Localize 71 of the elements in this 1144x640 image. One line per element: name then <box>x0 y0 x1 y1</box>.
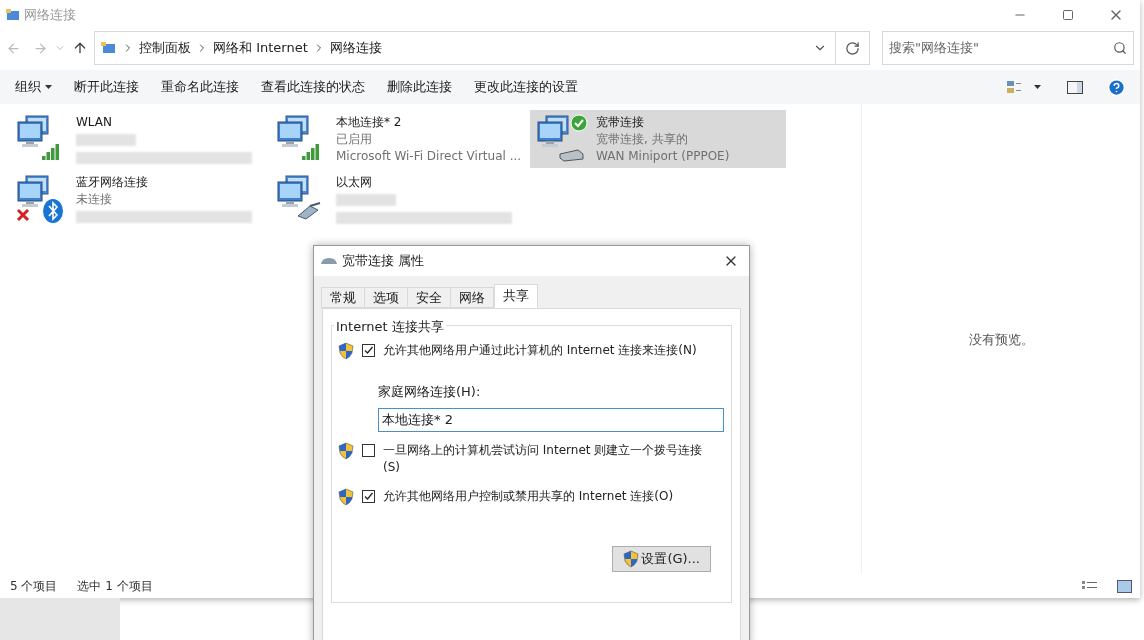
blurred-text <box>76 134 136 146</box>
search-field[interactable]: 搜索"网络连接" <box>889 38 1113 58</box>
disconnected-x-icon <box>16 208 30 222</box>
network-cable-icon <box>296 202 322 220</box>
command-button[interactable]: 断开此连接 <box>63 70 150 104</box>
caret-icon[interactable] <box>1034 85 1041 89</box>
large-icons-view-icon[interactable] <box>1117 579 1132 593</box>
preview-message: 没有预览。 <box>968 331 1034 349</box>
connection-status: 未连接 <box>76 191 113 208</box>
search-box[interactable]: 搜索"网络连接" <box>882 31 1134 65</box>
connection-device: Microsoft Wi-Fi Direct Virtual ... <box>336 148 522 165</box>
refresh-icon[interactable] <box>845 40 860 56</box>
preview-pane-icon[interactable] <box>1067 80 1083 94</box>
tab[interactable]: 网络 <box>450 287 494 308</box>
home-network-field[interactable]: 本地连接* 2 <box>378 407 724 432</box>
search-icon <box>1113 41 1127 55</box>
bluetooth-icon <box>42 198 64 224</box>
field-label: 家庭网络连接(H): <box>378 383 482 401</box>
connection-item[interactable]: WLAN <box>10 110 266 168</box>
command-button[interactable]: 组织 <box>4 70 63 104</box>
signal-bars-icon <box>302 144 320 160</box>
command-button[interactable]: 查看此连接的状态 <box>250 70 376 104</box>
breadcrumb[interactable]: 网络连接 <box>329 38 382 58</box>
breadcrumb[interactable]: 网络和 Internet <box>213 38 308 58</box>
connection-device: WAN Miniport (PPPOE) <box>596 148 730 165</box>
shield-icon <box>623 549 640 568</box>
connection-status: 已启用 <box>336 131 373 148</box>
connection-name: 宽带连接 <box>596 114 645 131</box>
dialog-title: 宽带连接 属性 <box>342 252 425 271</box>
signal-bars-icon <box>42 144 60 160</box>
modem-icon <box>558 148 584 162</box>
selection-count: 选中 1 个项目 <box>77 578 153 595</box>
command-button[interactable]: 重命名此连接 <box>150 70 250 104</box>
address-bar[interactable]: 控制面板 网络和 Internet 网络连接 <box>94 31 870 65</box>
option-label: 一旦网络上的计算机尝试访问 Internet 则建立一个拨号连接(S) <box>383 441 703 476</box>
connection-name: WLAN <box>76 114 113 131</box>
checkbox[interactable] <box>362 344 375 357</box>
tab[interactable]: 常规 <box>321 287 365 308</box>
option-label: 允许其他网络用户通过此计算机的 Internet 连接来连接(N) <box>383 342 698 359</box>
modem-icon <box>320 257 338 265</box>
command-button[interactable]: 更改此连接的设置 <box>463 70 589 104</box>
checkbox[interactable] <box>362 443 375 457</box>
network-folder-icon <box>6 8 20 22</box>
maximize-icon <box>1062 9 1074 21</box>
command-button[interactable]: 删除此连接 <box>376 70 463 104</box>
shield-icon <box>338 441 354 460</box>
caret-icon <box>45 85 52 89</box>
blurred-text <box>336 194 396 206</box>
connection-item[interactable]: 蓝牙网络连接 未连接 <box>10 170 266 228</box>
item-count: 5 个项目 <box>10 578 58 595</box>
settings-button[interactable]: 设置(G)... <box>612 545 711 572</box>
connection-item[interactable]: 本地连接* 2 已启用 Microsoft Wi-Fi Direct Virtual ... <box>270 110 526 168</box>
check-icon <box>570 114 588 132</box>
connection-name: 以太网 <box>336 174 373 191</box>
option-label: 允许其他网络用户控制或禁用共享的 Internet 连接(O) <box>383 487 675 505</box>
connection-name: 本地连接* 2 <box>336 114 403 131</box>
shield-icon <box>338 342 354 360</box>
window-title: 网络连接 <box>24 6 76 25</box>
shield-icon <box>338 487 354 506</box>
breadcrumb[interactable]: 控制面板 <box>139 38 191 58</box>
network-folder-icon <box>101 41 117 55</box>
connection-item[interactable]: 以太网 <box>270 170 526 228</box>
view-options-icon[interactable] <box>1006 79 1022 95</box>
connection-item[interactable]: 宽带连接 宽带连接, 共享的 WAN Miniport (PPPOE) <box>530 110 786 168</box>
connection-name: 蓝牙网络连接 <box>76 174 149 191</box>
tab[interactable]: 安全 <box>407 287 451 308</box>
tab[interactable]: 共享 <box>494 284 538 308</box>
tab[interactable]: 选项 <box>364 287 408 308</box>
checkbox[interactable] <box>362 489 375 503</box>
connection-status: 宽带连接, 共享的 <box>596 131 689 148</box>
help-icon[interactable] <box>1107 77 1126 97</box>
